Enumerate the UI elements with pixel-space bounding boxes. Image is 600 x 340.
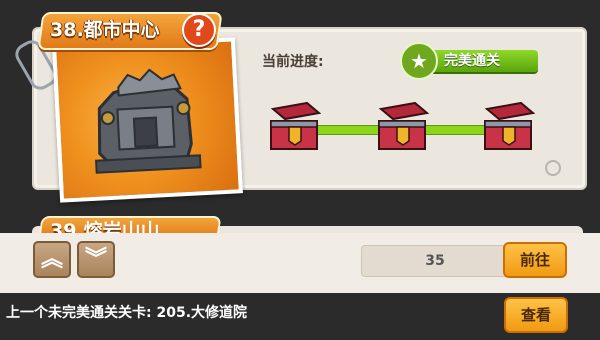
- double-chevron-up-icon: ︽: [40, 247, 63, 272]
- reward-chest-icon[interactable]: [481, 99, 539, 153]
- help-icon[interactable]: ?: [182, 13, 216, 47]
- status-text: 完美通关: [444, 53, 500, 69]
- reward-chest-icon[interactable]: [375, 99, 433, 153]
- scroll-down-button[interactable]: ︾: [77, 241, 115, 278]
- footer-text: 上一个未完美通关关卡: 205.大修道院: [6, 305, 248, 321]
- progress-label: 当前进度:: [262, 54, 324, 70]
- reward-chest-icon[interactable]: [267, 99, 325, 153]
- status-badge: ★ 完美通关: [400, 42, 540, 80]
- double-chevron-down-icon: ︾: [84, 247, 107, 272]
- level-title: 38.都市中心: [50, 19, 160, 41]
- star-icon: ★: [400, 42, 438, 80]
- info-icon: [545, 160, 561, 176]
- scroll-up-button[interactable]: ︽: [33, 241, 71, 278]
- go-button[interactable]: 前往: [503, 242, 567, 278]
- level-portrait: [52, 37, 243, 203]
- level-number-input[interactable]: 35: [361, 245, 509, 277]
- view-button[interactable]: 查看: [504, 297, 568, 333]
